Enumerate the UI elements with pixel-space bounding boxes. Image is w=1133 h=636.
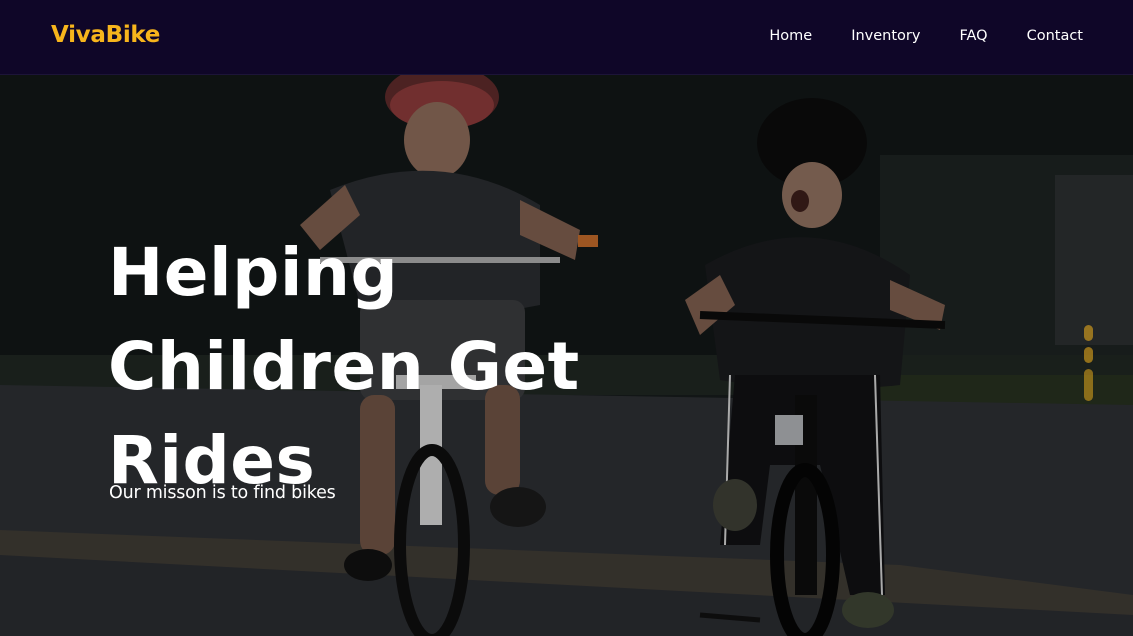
brand-logo-link[interactable]: VivaBike <box>51 22 160 48</box>
hero-subtitle: Our misson is to find bikes <box>109 483 336 503</box>
nav-link-faq[interactable]: FAQ <box>959 28 987 44</box>
nav-link-home[interactable]: Home <box>769 28 812 44</box>
nav-link-contact[interactable]: Contact <box>1027 28 1083 44</box>
carousel-indicator-1[interactable] <box>1084 325 1093 341</box>
hero-title-line-1: Helping <box>108 234 399 311</box>
navbar: VivaBike Home Inventory FAQ Contact <box>0 0 1133 75</box>
carousel-indicator-3[interactable] <box>1084 369 1093 401</box>
nav-link-inventory[interactable]: Inventory <box>851 28 920 44</box>
page: VivaBike Home Inventory FAQ Contact Help… <box>0 0 1133 636</box>
nav-links: Home Inventory FAQ Contact <box>730 28 1083 44</box>
hero-title-line-2: Children Get <box>108 328 580 405</box>
hero-title: Helping Children Get Rides <box>108 226 628 508</box>
hero-carousel: Helping Children Get Rides Our misson is… <box>0 75 1133 636</box>
carousel-indicators <box>1084 325 1094 407</box>
carousel-indicator-2[interactable] <box>1084 347 1093 363</box>
